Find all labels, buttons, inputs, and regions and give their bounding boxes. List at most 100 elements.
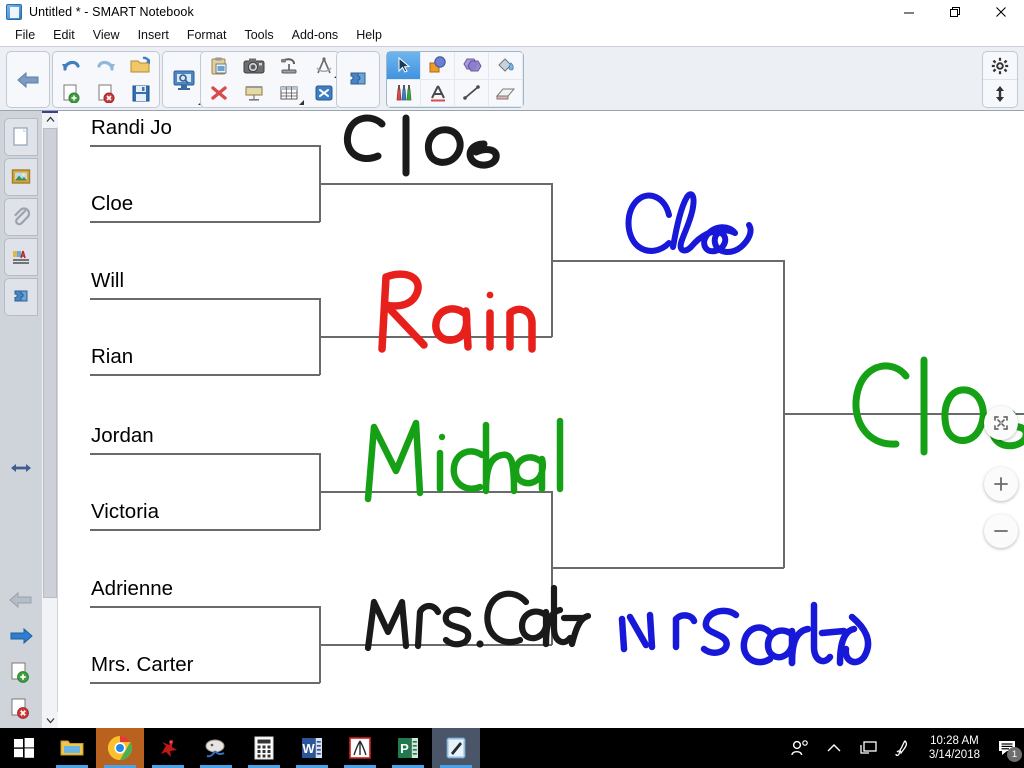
seed-label-6[interactable]: Victoria	[91, 500, 159, 524]
seed-label-8[interactable]: Mrs. Carter	[91, 653, 194, 677]
taskbar-powerpoint[interactable]: P	[384, 728, 432, 768]
insert-table-dropdown-icon[interactable]	[299, 100, 304, 105]
seed-label-1[interactable]: Randi Jo	[91, 116, 172, 140]
save-button[interactable]	[123, 80, 158, 108]
scrollbar-thumb[interactable]	[43, 128, 57, 598]
svg-text:W: W	[302, 741, 315, 756]
chevron-up-icon[interactable]	[817, 728, 851, 768]
taskbar-file-explorer[interactable]	[48, 728, 96, 768]
zoom-out-icon[interactable]	[984, 514, 1018, 548]
sidebar-item-properties[interactable]	[4, 238, 38, 276]
line-tool-button[interactable]	[455, 79, 489, 107]
sidebar-item-gallery[interactable]	[4, 158, 38, 196]
window-controls	[886, 0, 1024, 24]
menu-view[interactable]: View	[84, 26, 129, 44]
scroll-down-arrow-icon[interactable]	[42, 712, 58, 728]
sidebar-item-attachments[interactable]	[4, 198, 38, 236]
taskbar-mouse-app[interactable]	[192, 728, 240, 768]
menu-edit[interactable]: Edit	[44, 26, 84, 44]
menu-tools[interactable]: Tools	[235, 26, 282, 44]
people-icon[interactable]	[783, 728, 817, 768]
paste-button[interactable]	[201, 52, 236, 80]
delete-page-button[interactable]	[88, 80, 123, 108]
taskbar-red-app[interactable]	[144, 728, 192, 768]
gear-icon[interactable]	[983, 52, 1017, 79]
move-toolbar-icon[interactable]	[983, 79, 1017, 107]
bracket-line-seed8	[90, 682, 320, 684]
new-page-button[interactable]	[53, 80, 88, 108]
sidebar-tabs	[0, 111, 42, 316]
pens-tool-button[interactable]	[387, 79, 421, 107]
bracket-line-qf1	[320, 183, 552, 185]
add-page-button[interactable]	[0, 654, 42, 690]
ink-annotation-mrscarter-blue[interactable]	[558, 571, 888, 671]
addons-button[interactable]	[337, 52, 379, 107]
fit-to-screen-icon[interactable]	[984, 406, 1018, 440]
toolbar-group-file-actions	[52, 51, 160, 108]
screen-capture-button[interactable]	[163, 52, 205, 107]
document-camera-button[interactable]	[271, 52, 306, 80]
sidebar-page-controls	[0, 582, 42, 726]
taskbar-smart-notebook[interactable]	[432, 728, 480, 768]
svg-text:P: P	[400, 741, 409, 756]
insert-table-button[interactable]	[271, 80, 306, 108]
zoom-in-button[interactable]	[984, 467, 1018, 501]
close-button[interactable]	[978, 0, 1024, 24]
insert-picture-button[interactable]	[236, 52, 271, 80]
ink-annotation-mrscarter-black[interactable]	[320, 566, 592, 656]
bracket-line-seed6	[90, 529, 320, 531]
notifications-button[interactable]: 1	[990, 728, 1024, 768]
screen-shade-button[interactable]	[236, 80, 271, 108]
fill-tool-button[interactable]	[489, 52, 523, 80]
taskbar-clock[interactable]: 10:28 AM 3/14/2018	[919, 734, 990, 762]
display-icon[interactable]	[851, 728, 885, 768]
redo-button[interactable]	[88, 52, 123, 80]
text-tool-button[interactable]	[421, 79, 455, 107]
seed-label-7[interactable]: Adrienne	[91, 577, 173, 601]
sidebar-item-page-sorter[interactable]	[4, 118, 38, 156]
restore-button[interactable]	[932, 0, 978, 24]
ink-annotation-cloe-blue[interactable]	[573, 181, 773, 266]
sidebar-resize-handle[interactable]	[0, 461, 42, 475]
taskbar-acrobat[interactable]	[336, 728, 384, 768]
menu-help[interactable]: Help	[347, 26, 391, 44]
bracket-line-seed3	[90, 298, 320, 300]
taskbar-calculator[interactable]	[240, 728, 288, 768]
taskbar-chrome[interactable]	[96, 728, 144, 768]
ink-annotation-cloe-black[interactable]	[326, 111, 526, 181]
ink-annotation-micheal-green[interactable]	[316, 409, 566, 504]
undo-button[interactable]	[53, 52, 88, 80]
menu-addons[interactable]: Add-ons	[283, 26, 348, 44]
select-tool-button[interactable]	[387, 52, 421, 80]
regular-polygons-tool-button[interactable]	[455, 52, 489, 80]
delete-button[interactable]	[201, 80, 236, 108]
shapes-tool-button[interactable]	[421, 52, 455, 80]
seed-label-3[interactable]: Will	[91, 269, 124, 293]
menu-format[interactable]: Format	[178, 26, 236, 44]
eraser-tool-button[interactable]	[489, 79, 523, 107]
next-page-button[interactable]	[0, 618, 42, 654]
left-sidebar	[0, 111, 42, 728]
zoom-in-icon[interactable]	[984, 467, 1018, 501]
taskbar-word[interactable]: W	[288, 728, 336, 768]
delete-page-button[interactable]	[0, 690, 42, 726]
bracket-line-seed1	[90, 145, 320, 147]
start-button[interactable]	[0, 728, 48, 768]
notebook-canvas[interactable]: Randi Jo Cloe Will Rian Jordan Victoria …	[58, 111, 1024, 728]
previous-page-button[interactable]	[0, 582, 42, 618]
scroll-up-arrow-icon[interactable]	[42, 111, 58, 127]
seed-label-2[interactable]: Cloe	[91, 192, 133, 216]
zoom-out-button[interactable]	[984, 514, 1018, 548]
back-arrow-button[interactable]	[7, 52, 49, 107]
seed-label-5[interactable]: Jordan	[91, 424, 154, 448]
menu-insert[interactable]: Insert	[129, 26, 178, 44]
sidebar-item-addons[interactable]	[4, 278, 38, 316]
minimize-button[interactable]	[886, 0, 932, 24]
menu-file[interactable]: File	[6, 26, 44, 44]
canvas-vertical-scrollbar[interactable]	[42, 111, 58, 728]
seed-label-4[interactable]: Rian	[91, 345, 133, 369]
ink-annotation-rain-red[interactable]	[324, 261, 544, 356]
fit-to-screen-button[interactable]	[984, 406, 1018, 440]
open-file-button[interactable]	[123, 52, 158, 80]
pen-icon[interactable]	[885, 728, 919, 768]
